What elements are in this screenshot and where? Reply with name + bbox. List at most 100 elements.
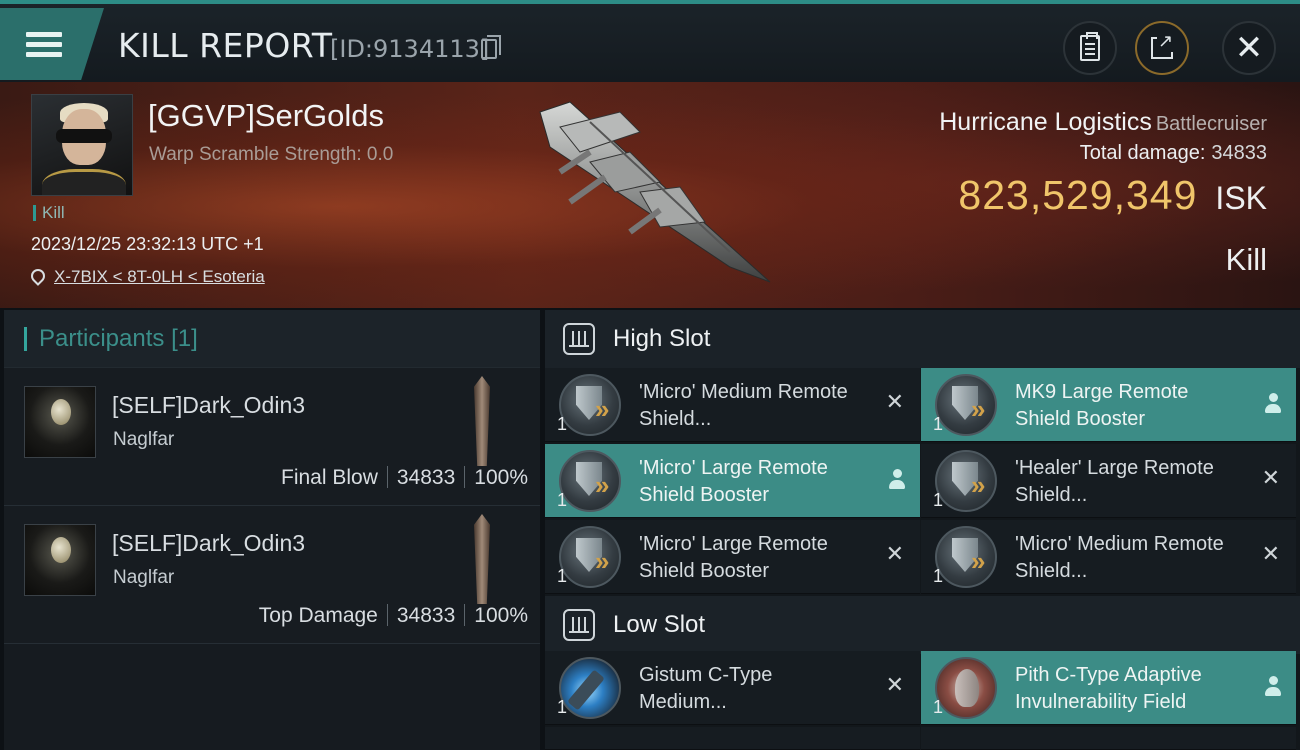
module-quantity: 1 <box>933 414 944 434</box>
hamburger-icon <box>26 27 62 62</box>
participants-count: [1] <box>171 324 198 352</box>
isk-unit: ISK <box>1215 180 1267 216</box>
isk-value-display: 823,529,349 ISK <box>958 172 1267 219</box>
module-quantity: 1 <box>557 414 568 434</box>
participant-avatar[interactable] <box>24 524 96 596</box>
destroyed-icon: ✕ <box>1261 466 1280 491</box>
victim-avatar[interactable] <box>31 94 133 196</box>
victim-banner: [GGVP]SerGolds Warp Scramble Strength: 0… <box>0 82 1300 308</box>
module-quantity: 1 <box>933 697 944 717</box>
module-name: MK9 Large Remote Shield Booster <box>1015 381 1189 430</box>
ship-name: Hurricane Logistics <box>939 108 1152 136</box>
participant-name: [SELF]Dark_Odin3 <box>112 530 306 556</box>
fitting-panel: High Slot 1 'Micro' Medium Remote Shield… <box>545 310 1300 750</box>
location-pin-icon <box>28 266 48 286</box>
participants-label: Participants <box>39 324 165 352</box>
participant-percent: 100% <box>474 604 528 627</box>
page-title: KILL REPORT <box>118 26 333 65</box>
high-slot-header: High Slot <box>545 310 1300 368</box>
kill-tag: Kill <box>33 204 65 221</box>
low-slot-header: Low Slot <box>545 596 1300 654</box>
dropped-icon <box>888 469 906 491</box>
module-name: Gistum C-Type Medium... <box>639 664 773 713</box>
low-slot-icon <box>563 609 595 641</box>
victim-ship[interactable]: Hurricane Logistics Battlecruiser <box>939 108 1267 137</box>
shield-booster-icon <box>935 374 997 436</box>
victim-pilot-name[interactable]: [GGVP]SerGolds <box>148 98 384 134</box>
module-name: 'Healer' Large Remote Shield... <box>1015 457 1214 506</box>
participant-row[interactable]: [SELF]Dark_Odin3 Naglfar Final Blow 34833… <box>4 368 540 506</box>
total-damage-label: Total damage: <box>1079 142 1206 164</box>
module-quantity: 1 <box>557 697 568 717</box>
top-bar: KILL REPORT [ID:9134113] ✕ <box>0 0 1300 82</box>
header-accent-bar <box>24 326 27 351</box>
total-damage: Total damage: 34833 <box>1080 142 1267 165</box>
ship-class: Battlecruiser <box>1155 113 1267 135</box>
module-quantity: 1 <box>933 490 944 510</box>
participant-name: [SELF]Dark_Odin3 <box>112 392 306 418</box>
module-quantity: 1 <box>557 490 568 510</box>
copy-icon[interactable] <box>481 35 501 59</box>
participant-role: Final Blow <box>281 466 378 489</box>
weapon-icon <box>474 376 490 466</box>
high-slot-icon <box>563 323 595 355</box>
shield-booster-icon <box>935 526 997 588</box>
high-slot-label: High Slot <box>613 325 711 352</box>
close-icon: ✕ <box>1234 28 1264 68</box>
module-item[interactable]: 1 'Micro' Large Remote Shield Booster ✕ <box>545 520 920 594</box>
dropped-icon <box>1264 393 1282 415</box>
shield-booster-icon <box>559 450 621 512</box>
module-name: 'Micro' Medium Remote Shield... <box>639 381 848 430</box>
report-id: [ID:9134113] <box>330 35 490 63</box>
share-button[interactable] <box>1135 21 1189 75</box>
module-item[interactable]: 1 'Micro' Medium Remote Shield... ✕ <box>921 520 1296 594</box>
participant-avatar[interactable] <box>24 386 96 458</box>
participant-ship: Naglfar <box>113 567 175 588</box>
total-damage-value: 34833 <box>1211 142 1267 164</box>
warp-scramble-strength: Warp Scramble Strength: 0.0 <box>149 144 394 165</box>
kill-location[interactable]: X-7BIX < 8T-0LH < Esoteria <box>28 266 265 287</box>
shield-booster-icon <box>559 374 621 436</box>
ship-image <box>539 101 771 283</box>
module-item-partial[interactable] <box>921 727 1296 750</box>
participant-row[interactable]: [SELF]Dark_Odin3 Naglfar Top Damage 34833… <box>4 506 540 644</box>
participant-damage: 34833 <box>396 604 456 627</box>
shield-extender-icon <box>559 657 621 719</box>
module-item[interactable]: 1 'Micro' Large Remote Shield Booster <box>545 444 920 518</box>
invulnerability-field-icon <box>935 657 997 719</box>
module-name: 'Micro' Large Remote Shield Booster <box>639 457 828 506</box>
clipboard-button[interactable] <box>1063 21 1117 75</box>
shield-booster-icon <box>559 526 621 588</box>
module-item[interactable]: 1 'Healer' Large Remote Shield... ✕ <box>921 444 1296 518</box>
low-slot-label: Low Slot <box>613 611 706 638</box>
location-link[interactable]: X-7BIX < 8T-0LH < Esoteria <box>54 267 265 286</box>
module-item[interactable]: 1 Gistum C-Type Medium... ✕ <box>545 651 920 725</box>
isk-value: 823,529,349 <box>958 172 1198 218</box>
destroyed-icon: ✕ <box>885 673 904 698</box>
clipboard-icon <box>1080 32 1100 61</box>
participant-percent: 100% <box>474 466 528 489</box>
module-item[interactable]: 1 Pith C-Type Adaptive Invulnerability F… <box>921 651 1296 725</box>
module-item-partial[interactable] <box>545 727 920 750</box>
dropped-icon <box>1264 676 1282 698</box>
kill-datetime: 2023/12/25 23:32:13 UTC +1 <box>31 234 264 254</box>
participants-panel: Participants [1] [SELF]Dark_Odin3 Naglfa… <box>4 310 540 750</box>
result-label: Kill <box>1225 242 1267 277</box>
close-button[interactable]: ✕ <box>1222 21 1276 75</box>
weapon-icon <box>474 514 490 604</box>
menu-button[interactable] <box>0 8 104 80</box>
module-item[interactable]: 1 MK9 Large Remote Shield Booster <box>921 368 1296 442</box>
participant-damage: 34833 <box>396 466 456 489</box>
module-item[interactable]: 1 'Micro' Medium Remote Shield... ✕ <box>545 368 920 442</box>
destroyed-icon: ✕ <box>1261 542 1280 567</box>
module-name: Pith C-Type Adaptive Invulnerability Fie… <box>1015 664 1202 713</box>
participants-header[interactable]: Participants [1] <box>4 310 540 368</box>
destroyed-icon: ✕ <box>885 542 904 567</box>
module-quantity: 1 <box>933 566 944 586</box>
participant-stats: Final Blow 34833 100% <box>281 466 528 490</box>
participant-stats: Top Damage 34833 100% <box>259 604 528 628</box>
module-quantity: 1 <box>557 566 568 586</box>
participant-ship: Naglfar <box>113 429 175 450</box>
participant-role: Top Damage <box>258 604 378 627</box>
shield-booster-icon <box>935 450 997 512</box>
